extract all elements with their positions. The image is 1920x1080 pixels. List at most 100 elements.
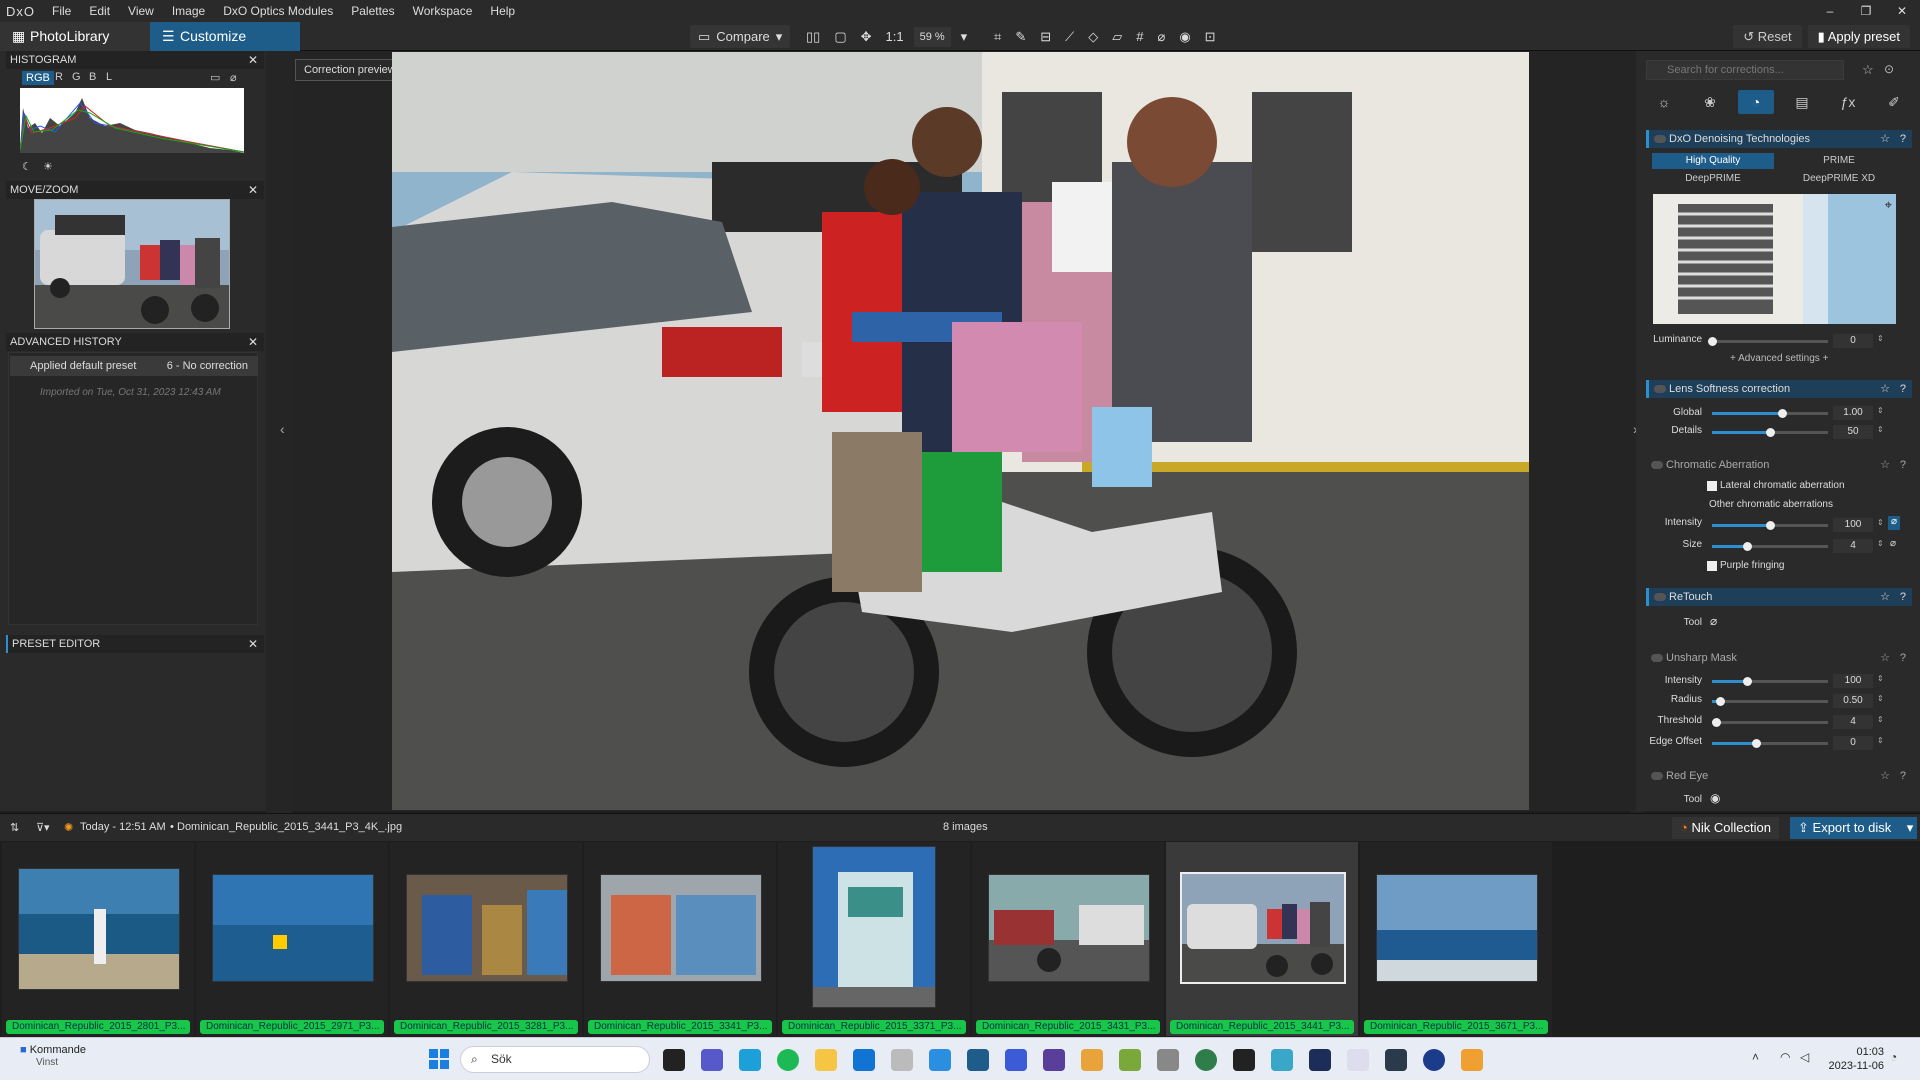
app10-icon[interactable]	[1309, 1049, 1331, 1071]
red-eye-toggle[interactable]	[1651, 772, 1663, 780]
system-clock[interactable]: 01:03 2023-11-06	[1829, 1045, 1884, 1073]
close-icon[interactable]: ✕	[248, 333, 258, 351]
mode-prime[interactable]: PRIME	[1778, 153, 1900, 169]
navigator-thumbnail[interactable]	[34, 199, 230, 329]
tab-photolibrary[interactable]: ▦ PhotoLibrary	[0, 22, 150, 51]
help-icon[interactable]: ?	[1900, 456, 1906, 474]
ca-intensity-slider[interactable]	[1712, 521, 1828, 530]
channel-rgb[interactable]: RGB	[22, 71, 54, 85]
teams-icon[interactable]	[701, 1049, 723, 1071]
horizon-icon[interactable]: ⊟	[1036, 29, 1055, 45]
light-tab-icon[interactable]: ☼	[1646, 90, 1682, 114]
local-adjust-tab-icon[interactable]: ✐	[1876, 90, 1912, 114]
detail-tab-icon[interactable]: ◔	[1738, 90, 1774, 114]
channel-r[interactable]: R	[55, 71, 63, 83]
app-icon[interactable]	[891, 1049, 913, 1071]
retouch-toggle[interactable]	[1654, 593, 1666, 601]
menu-view[interactable]: View	[119, 0, 163, 22]
close-icon[interactable]: ✕	[248, 635, 258, 653]
luminance-spinner[interactable]: ⇕	[1877, 334, 1884, 343]
ca-size-slider[interactable]	[1712, 542, 1828, 551]
dxo-photolab-icon[interactable]	[967, 1049, 989, 1071]
polygon-icon[interactable]: ▱	[1108, 29, 1126, 45]
menu-palettes[interactable]: Palettes	[342, 0, 403, 22]
chromatic-aberration-toggle[interactable]	[1651, 461, 1663, 469]
one-to-one-button[interactable]: 1:1	[882, 29, 908, 44]
compare-button[interactable]: ▭ Compare ▾	[690, 25, 791, 48]
global-spinner[interactable]: ⇕	[1877, 406, 1884, 415]
volume-icon[interactable]: ◇	[1084, 29, 1102, 45]
app14-icon[interactable]	[1461, 1049, 1483, 1071]
usm-radius-slider[interactable]	[1712, 697, 1828, 706]
usm-intensity-value[interactable]: 100	[1833, 674, 1873, 688]
app4-icon[interactable]	[1081, 1049, 1103, 1071]
correction-preview-tag[interactable]: Correction preview	[295, 59, 405, 81]
reset-button[interactable]: ↺ Reset	[1733, 25, 1802, 48]
chevron-up-icon[interactable]: ˄	[1752, 1050, 1759, 1064]
taskbar-search[interactable]: ⌕ Sök	[460, 1046, 650, 1073]
app2-icon[interactable]	[1005, 1049, 1027, 1071]
usm-threshold-spinner[interactable]: ⇕	[1877, 715, 1884, 724]
denoise-preview[interactable]: ⌖	[1653, 194, 1896, 324]
ca-intensity-value[interactable]: 100	[1833, 518, 1873, 532]
lens-softness-section-header[interactable]: Lens Softness correction ☆?	[1646, 380, 1912, 398]
star-icon[interactable]: ☆	[1880, 380, 1890, 398]
thumbnail[interactable]: Dominican_Republic_2015_3671_P3...	[1360, 842, 1552, 1036]
usm-radius-spinner[interactable]: ⇕	[1877, 694, 1884, 703]
app11-icon[interactable]	[1347, 1049, 1369, 1071]
usm-intensity-slider[interactable]	[1712, 677, 1828, 686]
toggle-icon[interactable]: ⊙	[1884, 62, 1894, 76]
denoise-toggle[interactable]	[1654, 135, 1666, 143]
thumbnail[interactable]: Dominican_Republic_2015_3341_P3...	[584, 842, 776, 1036]
details-spinner[interactable]: ⇕	[1877, 425, 1884, 434]
spotify-icon[interactable]	[777, 1049, 799, 1071]
picker-icon[interactable]: ✎	[1011, 29, 1030, 45]
export-to-disk-button[interactable]: ⇪ Export to disk ▾	[1790, 817, 1918, 839]
advanced-settings-link[interactable]: + Advanced settings +	[1730, 353, 1828, 364]
close-window-button[interactable]: ✕	[1884, 4, 1920, 18]
perspective-icon[interactable]: ⟋	[1061, 29, 1078, 45]
usm-intensity-spinner[interactable]: ⇕	[1877, 674, 1884, 683]
star-icon[interactable]: ☆	[1880, 649, 1890, 667]
global-slider[interactable]	[1712, 409, 1828, 418]
lateral-ca-checkbox[interactable]	[1707, 481, 1717, 491]
zoom-chevron-icon[interactable]: ▾	[957, 29, 972, 45]
zoom-select[interactable]: 59 %	[913, 26, 951, 47]
usm-threshold-value[interactable]: 4	[1833, 715, 1873, 729]
chevron-left-icon[interactable]: ‹	[280, 421, 285, 437]
wifi-icon[interactable]: ◠	[1780, 1050, 1790, 1064]
app13-icon[interactable]	[1423, 1049, 1445, 1071]
bandage-icon[interactable]: ⌀	[1710, 614, 1717, 628]
unsharp-mask-section-header[interactable]: Unsharp Mask ☆?	[1646, 649, 1912, 667]
eyedropper-icon[interactable]: ⌀	[230, 71, 237, 84]
luminance-value[interactable]: 0	[1833, 334, 1873, 348]
menu-optics-modules[interactable]: DxO Optics Modules	[214, 0, 342, 22]
purple-fringing-checkbox[interactable]	[1707, 561, 1717, 571]
retouch-section-header[interactable]: ReTouch ☆?	[1646, 588, 1912, 606]
app9-icon[interactable]	[1271, 1049, 1293, 1071]
details-slider[interactable]	[1712, 428, 1828, 437]
main-photo[interactable]	[392, 52, 1529, 810]
thumbnail[interactable]: Dominican_Republic_2015_2971_P3...	[196, 842, 388, 1036]
movezoom-header[interactable]: MOVE/ZOOM ✕	[6, 181, 264, 199]
ca-size-spinner[interactable]: ⇕	[1877, 539, 1884, 548]
crosshair-icon[interactable]: ⌖	[1885, 197, 1892, 213]
windows-start-icon[interactable]	[428, 1048, 450, 1070]
global-value[interactable]: 1.00	[1833, 406, 1873, 420]
app5-icon[interactable]	[1119, 1049, 1141, 1071]
color-tab-icon[interactable]: ❀	[1692, 90, 1728, 114]
history-item[interactable]: Applied default preset 6 - No correction	[10, 356, 258, 376]
menu-file[interactable]: File	[43, 0, 80, 22]
help-icon[interactable]: ?	[1900, 767, 1906, 785]
store-icon[interactable]	[853, 1049, 875, 1071]
ca-size-value[interactable]: 4	[1833, 539, 1873, 553]
edge-icon[interactable]	[739, 1049, 761, 1071]
crop-icon[interactable]: ⌗	[990, 29, 1005, 45]
app12-icon[interactable]	[1385, 1049, 1407, 1071]
menu-image[interactable]: Image	[163, 0, 214, 22]
menu-edit[interactable]: Edit	[80, 0, 119, 22]
close-icon[interactable]: ✕	[248, 181, 258, 199]
ca-intensity-spinner[interactable]: ⇕	[1877, 518, 1884, 527]
sort-icon[interactable]: ⇅	[10, 821, 19, 834]
shadow-clip-icon[interactable]: ☾	[22, 160, 32, 173]
